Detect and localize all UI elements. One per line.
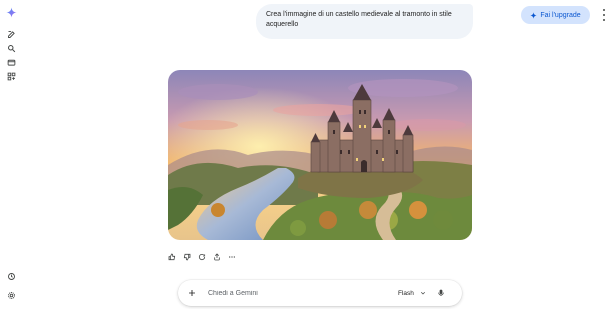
model-label: Flash [398, 289, 414, 297]
left-rail [0, 0, 22, 309]
new-chat-icon[interactable] [4, 27, 18, 41]
generated-image[interactable] [168, 70, 472, 240]
share-icon[interactable] [211, 251, 223, 263]
microphone-icon[interactable] [436, 288, 446, 298]
chevron-down-icon [420, 291, 425, 295]
history-icon[interactable] [4, 269, 18, 283]
add-icon[interactable] [186, 287, 198, 299]
response-actions [166, 251, 238, 263]
thumb-down-icon[interactable] [181, 251, 193, 263]
upgrade-label: Fai l'upgrade [540, 11, 581, 19]
chat-input[interactable] [208, 289, 388, 297]
gear-icon[interactable] [4, 288, 18, 302]
model-selector[interactable]: Flash [398, 290, 426, 297]
user-prompt-bubble: Crea l'immagine di un castello medievale… [256, 4, 473, 39]
thumb-up-icon[interactable] [166, 251, 178, 263]
upgrade-button[interactable]: Fai l'upgrade [521, 6, 590, 24]
gemini-logo-icon[interactable] [4, 5, 18, 19]
chat-composer: Flash [178, 280, 462, 306]
regenerate-icon[interactable] [196, 251, 208, 263]
search-icon[interactable] [4, 41, 18, 55]
user-prompt-text: Crea l'immagine di un castello medievale… [266, 11, 452, 28]
apps-icon[interactable] [4, 69, 18, 83]
more-options-icon[interactable] [601, 9, 607, 21]
folder-icon[interactable] [4, 55, 18, 69]
more-icon[interactable] [226, 251, 238, 263]
sparkle-icon [530, 11, 538, 19]
